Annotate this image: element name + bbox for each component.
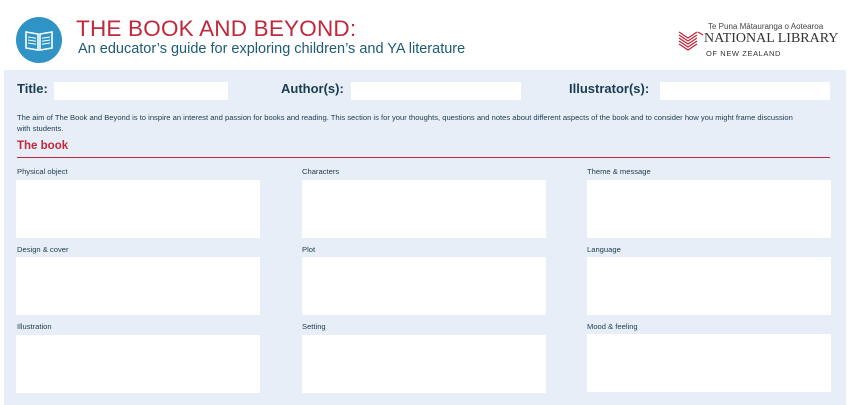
physical-object-label: Physical object xyxy=(17,167,68,176)
mood-feeling-label: Mood & feeling xyxy=(587,322,638,331)
physical-object-notes[interactable] xyxy=(16,180,260,238)
page-title: THE BOOK AND BEYOND: xyxy=(76,16,357,41)
author-label: Author(s): xyxy=(281,81,344,96)
illustrator-input[interactable] xyxy=(660,82,830,100)
page-header: THE BOOK AND BEYOND: An educator’s guide… xyxy=(0,0,850,70)
national-library-mark-icon xyxy=(678,31,704,51)
page-subtitle: An educator’s guide for exploring childr… xyxy=(78,41,466,57)
language-notes[interactable] xyxy=(587,257,831,315)
section-title: The book xyxy=(17,140,69,152)
theme-message-notes[interactable] xyxy=(587,180,831,238)
title-input[interactable] xyxy=(54,82,228,100)
library-name: NATIONAL LIBRARY xyxy=(704,31,839,46)
book-logo xyxy=(16,17,62,63)
illustration-notes[interactable] xyxy=(16,335,260,393)
plot-label: Plot xyxy=(302,245,316,254)
theme-message-label: Theme & message xyxy=(587,167,651,176)
setting-notes[interactable] xyxy=(302,335,546,393)
illustration-label: Illustration xyxy=(17,322,52,331)
illustrator-label: Illustrator(s): xyxy=(569,81,650,96)
mood-feeling-notes[interactable] xyxy=(587,334,831,392)
design-cover-notes[interactable] xyxy=(16,257,260,315)
intro-text: The aim of The Book and Beyond is to ins… xyxy=(17,113,793,133)
setting-label: Setting xyxy=(302,322,326,331)
worksheet-panel: Title: Author(s): Illustrator(s): The ai… xyxy=(4,70,846,405)
national-library-logo: Te Puna Mātauranga o Aotearoa NATIONAL L… xyxy=(678,22,838,62)
language-label: Language xyxy=(587,245,621,254)
open-book-icon xyxy=(25,31,53,51)
title-label: Title: xyxy=(17,81,48,96)
design-cover-label: Design & cover xyxy=(17,245,69,254)
characters-label: Characters xyxy=(302,167,340,176)
author-input[interactable] xyxy=(351,82,521,100)
characters-notes[interactable] xyxy=(302,180,546,238)
library-maori-name: Te Puna Mātauranga o Aotearoa xyxy=(708,22,824,31)
plot-notes[interactable] xyxy=(302,257,546,315)
library-country: OF NEW ZEALAND xyxy=(706,49,782,58)
section-divider xyxy=(17,157,830,158)
